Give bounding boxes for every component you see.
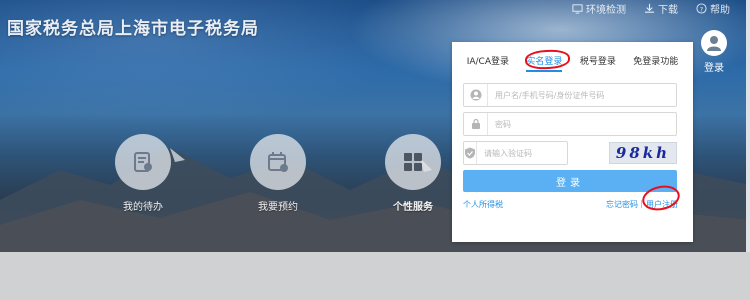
env-check-label: 环境检测 [586, 5, 626, 16]
service-appointment-label: 我要预约 [258, 202, 298, 213]
calendar-icon [250, 134, 306, 190]
service-personalized-label: 个性服务 [393, 202, 433, 213]
scroll-edge [746, 0, 750, 252]
service-appointment[interactable]: 我要预约 [248, 134, 308, 213]
footer-gray-bar [0, 252, 750, 300]
help-link[interactable]: ? 帮助 [696, 1, 730, 16]
service-personalized[interactable]: 个性服务 [383, 134, 443, 213]
download-label: 下载 [658, 5, 678, 16]
username-input[interactable] [488, 85, 676, 105]
password-field [463, 112, 677, 136]
help-icon: ? [696, 3, 707, 14]
monitor-check-icon [572, 4, 583, 14]
download-link[interactable]: 下载 [644, 1, 678, 16]
tab-tax-id-login[interactable]: 税号登录 [580, 54, 616, 72]
todo-list-icon [115, 134, 171, 190]
top-links: 环境检测 下载 ? 帮助 [572, 1, 730, 16]
captcha-input[interactable] [477, 143, 585, 163]
tab-ia-ca-login[interactable]: IA/CA登录 [467, 54, 509, 72]
lock-icon [464, 113, 488, 135]
personal-income-tax-link[interactable]: 个人所得税 [463, 199, 503, 210]
password-input[interactable] [488, 114, 676, 134]
env-check-link[interactable]: 环境检测 [572, 1, 626, 16]
site-title: 国家税务总局上海市电子税务局 [7, 19, 259, 39]
forgot-password-link[interactable]: 忘记密码 [606, 199, 638, 210]
download-icon [644, 3, 655, 13]
service-my-todo[interactable]: 我的待办 [113, 134, 173, 213]
register-link[interactable]: 用户注册 [646, 199, 678, 210]
user-login-button[interactable]: 登录 [700, 30, 728, 74]
help-label: 帮助 [710, 5, 730, 16]
login-submit-button[interactable]: 登录 [463, 170, 677, 192]
captcha-image[interactable]: 98kh [609, 142, 677, 164]
tab-no-login-functions[interactable]: 免登录功能 [633, 54, 678, 72]
captcha-field [463, 141, 585, 165]
svg-text:?: ? [700, 5, 703, 13]
link-separator: | [640, 199, 643, 208]
login-panel: IA/CA登录 实名登录 税号登录 免登录功能 98kh 登录 个人所得税 忘记… [452, 42, 693, 242]
grid-icon [385, 134, 441, 190]
user-avatar-icon [701, 30, 727, 56]
user-login-label: 登录 [704, 63, 724, 74]
login-tabs: IA/CA登录 实名登录 税号登录 免登录功能 [452, 54, 693, 72]
service-my-todo-label: 我的待办 [123, 202, 163, 213]
username-field [463, 83, 677, 107]
user-icon [464, 84, 488, 106]
shield-check-icon [464, 142, 477, 164]
tab-real-name-login[interactable]: 实名登录 [526, 54, 563, 72]
